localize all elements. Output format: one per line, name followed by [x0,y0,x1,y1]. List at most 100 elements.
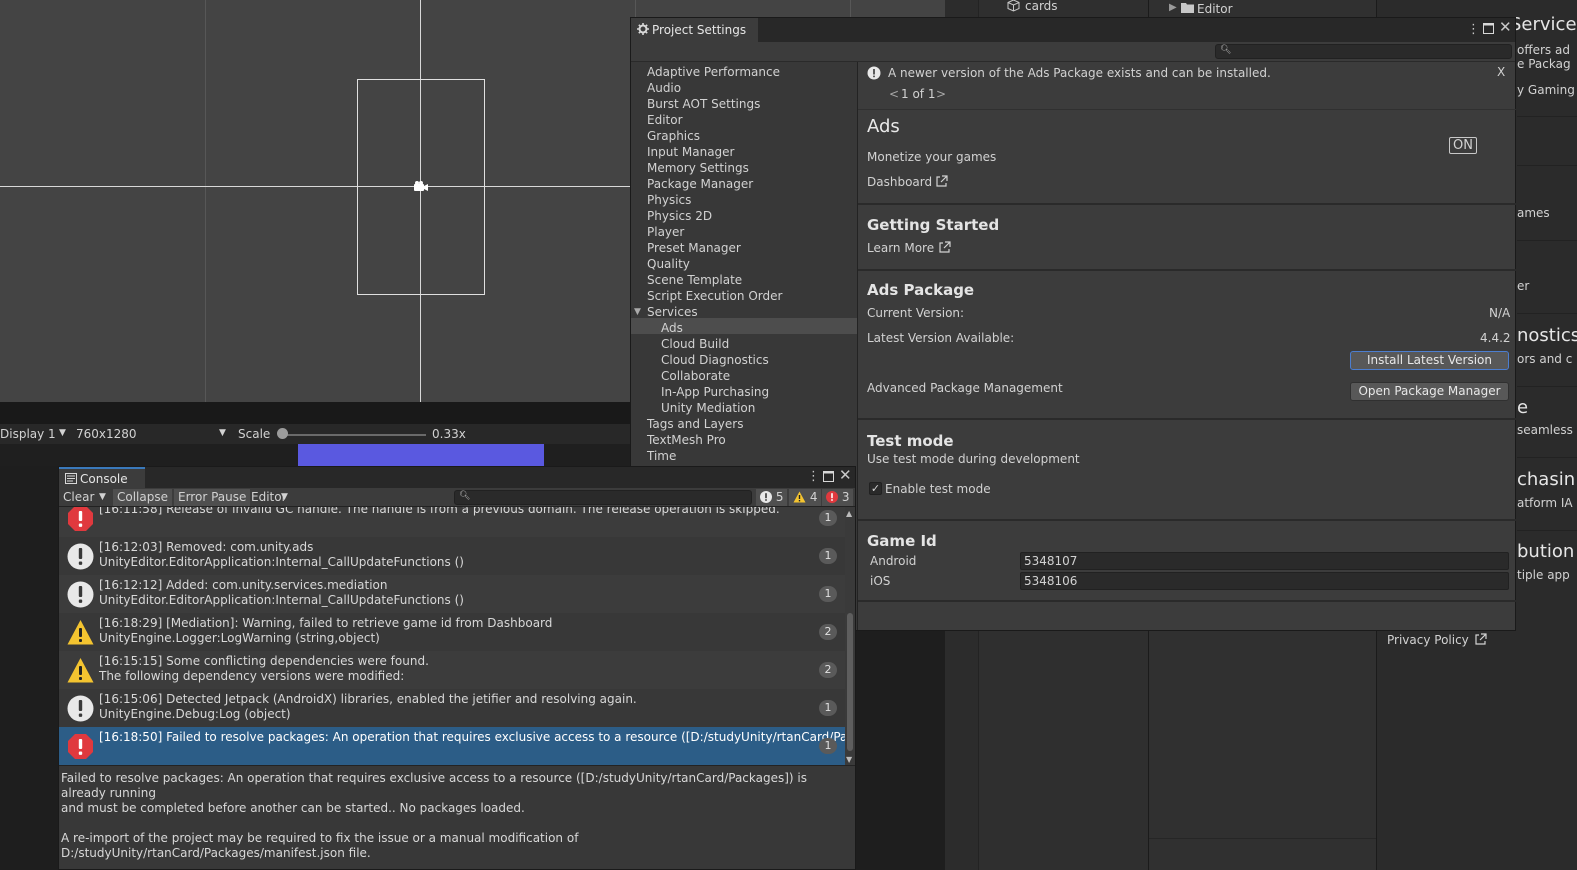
android-game-id-field[interactable]: 5348107 [1020,552,1509,570]
test-mode-title: Test mode [867,432,954,450]
project-settings-tab[interactable]: Project Settings [631,18,758,42]
maximize-icon[interactable] [1483,23,1494,37]
chevron-down-icon[interactable]: ▼ [219,428,226,438]
ads-toggle[interactable]: ON [1449,137,1477,154]
log-stacktrace: The following dependency versions were m… [99,669,405,683]
log-entry-info[interactable]: [16:15:06] Detected Jetpack (AndroidX) l… [59,689,845,727]
nav-item-editor[interactable]: Editor [647,112,683,128]
scroll-down-icon[interactable]: ▼ [846,755,852,764]
enable-test-mode-checkbox[interactable]: ✓ [869,482,882,495]
collapse-button[interactable]: Collapse [113,489,172,506]
scale-slider-track[interactable] [283,434,426,436]
log-entry-info[interactable]: [16:12:03] Removed: com.unity.ads UnityE… [59,537,845,575]
camera-icon[interactable] [412,180,430,194]
collapse-arrow-icon[interactable]: ▼ [634,304,641,320]
chevron-down-icon[interactable]: ▼ [59,428,66,438]
display-dropdown[interactable]: Display 1 [0,427,56,441]
console-detail-pane[interactable]: Failed to resolve packages: An operation… [59,765,855,869]
scroll-up-icon[interactable]: ▲ [846,509,852,518]
services-text-4: ames [1517,206,1550,220]
nav-item-graphics[interactable]: Graphics [647,128,700,144]
clear-options-dropdown[interactable]: ▼ [97,489,108,506]
pager-prev-button[interactable]: < [889,87,899,101]
nav-item-audio[interactable]: Audio [647,80,681,96]
warning-filter-toggle[interactable]: 4 [789,489,822,506]
log-count-badge: 2 [819,624,837,640]
console-tab[interactable]: Console [59,467,145,488]
nav-item-scene-template[interactable]: Scene Template [647,272,742,288]
nav-item-burst-aot[interactable]: Burst AOT Settings [647,96,760,112]
open-package-manager-button[interactable]: Open Package Manager [1350,382,1509,401]
console-scrollbar[interactable]: ▲ ▼ [845,507,855,765]
ios-game-id-field[interactable]: 5348106 [1020,572,1509,590]
more-menu-icon[interactable]: ⋮ [807,470,820,483]
nav-item-cloud-build[interactable]: Cloud Build [661,336,729,352]
nav-item-adaptive-performance[interactable]: Adaptive Performance [647,64,780,80]
nav-item-package-manager[interactable]: Package Manager [647,176,753,192]
pager-label: 1 of 1 [901,87,936,101]
log-stacktrace: UnityEngine.Logger:LogWarning (string,ob… [99,631,380,645]
console-scroll-thumb[interactable] [847,613,853,751]
log-filter-toggle[interactable]: 5 [756,489,788,506]
nav-item-physics[interactable]: Physics [647,192,691,208]
game-view-render [298,444,544,466]
editor-folder-label[interactable]: Editor [1197,2,1233,16]
services-text-5: er [1517,279,1530,293]
notice-close-button[interactable]: X [1497,65,1505,79]
clear-button[interactable]: Clear [59,489,98,506]
warning-icon [67,620,94,645]
search-input[interactable]: 🔍︎ [1215,44,1512,59]
nav-item-collaborate[interactable]: Collaborate [661,368,730,384]
nav-item-tags-and-layers[interactable]: Tags and Layers [647,416,743,432]
nav-item-script-execution-order[interactable]: Script Execution Order [647,288,782,304]
maximize-icon[interactable] [823,471,834,485]
nav-item-time[interactable]: Time [647,448,676,464]
error-icon [68,734,93,759]
nav-item-physics-2d[interactable]: Physics 2D [647,208,712,224]
nav-item-player[interactable]: Player [647,224,684,240]
chevron-down-icon[interactable]: ▼ [279,489,290,506]
enable-test-mode-label[interactable]: Enable test mode [885,482,991,496]
nav-item-quality[interactable]: Quality [647,256,690,272]
error-pause-button[interactable]: Error Pause [174,489,251,506]
expand-arrow-icon[interactable]: ▶ [1169,2,1177,13]
detail-line-1: Failed to resolve packages: An operation… [61,771,808,800]
nav-item-memory-settings[interactable]: Memory Settings [647,160,749,176]
pager-next-button[interactable]: > [936,87,946,101]
services-text-8: atform IA [1517,496,1573,510]
learn-more-link[interactable]: Learn More [867,241,934,255]
resolution-dropdown[interactable]: 760x1280 [76,427,137,441]
nav-item-services[interactable]: Services [647,304,698,320]
log-entry-error-selected[interactable]: [16:18:50] Failed to resolve packages: A… [59,727,845,765]
latest-version-value: 4.4.2 [1480,331,1511,345]
more-menu-icon[interactable]: ⋮ [1467,23,1480,36]
nav-item-in-app-purchasing[interactable]: In-App Purchasing [661,384,769,400]
ads-package-title: Ads Package [867,281,975,299]
error-icon [826,491,838,503]
log-entry-warning[interactable]: [16:15:15] Some conflicting dependencies… [59,651,845,689]
privacy-policy-link[interactable]: Privacy Policy [1387,633,1469,647]
console-search-input[interactable]: 🔍︎ [454,490,752,505]
scale-slider-handle[interactable] [277,428,288,439]
log-count-badge: 2 [819,662,837,678]
log-entry-info[interactable]: [16:12:12] Added: com.unity.services.med… [59,575,845,613]
console-log-list[interactable]: [16:11:58] Release of invalid GC handle.… [59,507,845,765]
nav-item-ads[interactable]: Ads [661,320,683,336]
log-entry-error[interactable]: [16:11:58] Release of invalid GC handle.… [59,507,845,537]
close-icon[interactable]: ✕ [1499,20,1512,35]
services-title-3: e [1517,397,1529,418]
console-toolbar: Clear ▼ Collapse Error Pause Editor ▼ 🔍︎… [59,488,855,507]
nav-item-unity-mediation[interactable]: Unity Mediation [661,400,755,416]
dashboard-link[interactable]: Dashboard [867,175,932,189]
nav-item-textmesh-pro[interactable]: TextMesh Pro [647,432,726,448]
error-filter-toggle[interactable]: 3 [822,489,854,506]
cards-label[interactable]: cards [1025,0,1058,13]
nav-item-preset-manager[interactable]: Preset Manager [647,240,741,256]
close-icon[interactable]: ✕ [839,468,852,483]
install-latest-version-button[interactable]: Install Latest Version [1350,351,1509,370]
project-settings-tabbar: Project Settings ⋮ ✕ [631,18,1515,42]
log-entry-warning[interactable]: [16:18:29] [Mediation]: Warning, failed … [59,613,845,651]
nav-item-input-manager[interactable]: Input Manager [647,144,735,160]
console-icon [65,472,77,487]
nav-item-cloud-diagnostics[interactable]: Cloud Diagnostics [661,352,769,368]
